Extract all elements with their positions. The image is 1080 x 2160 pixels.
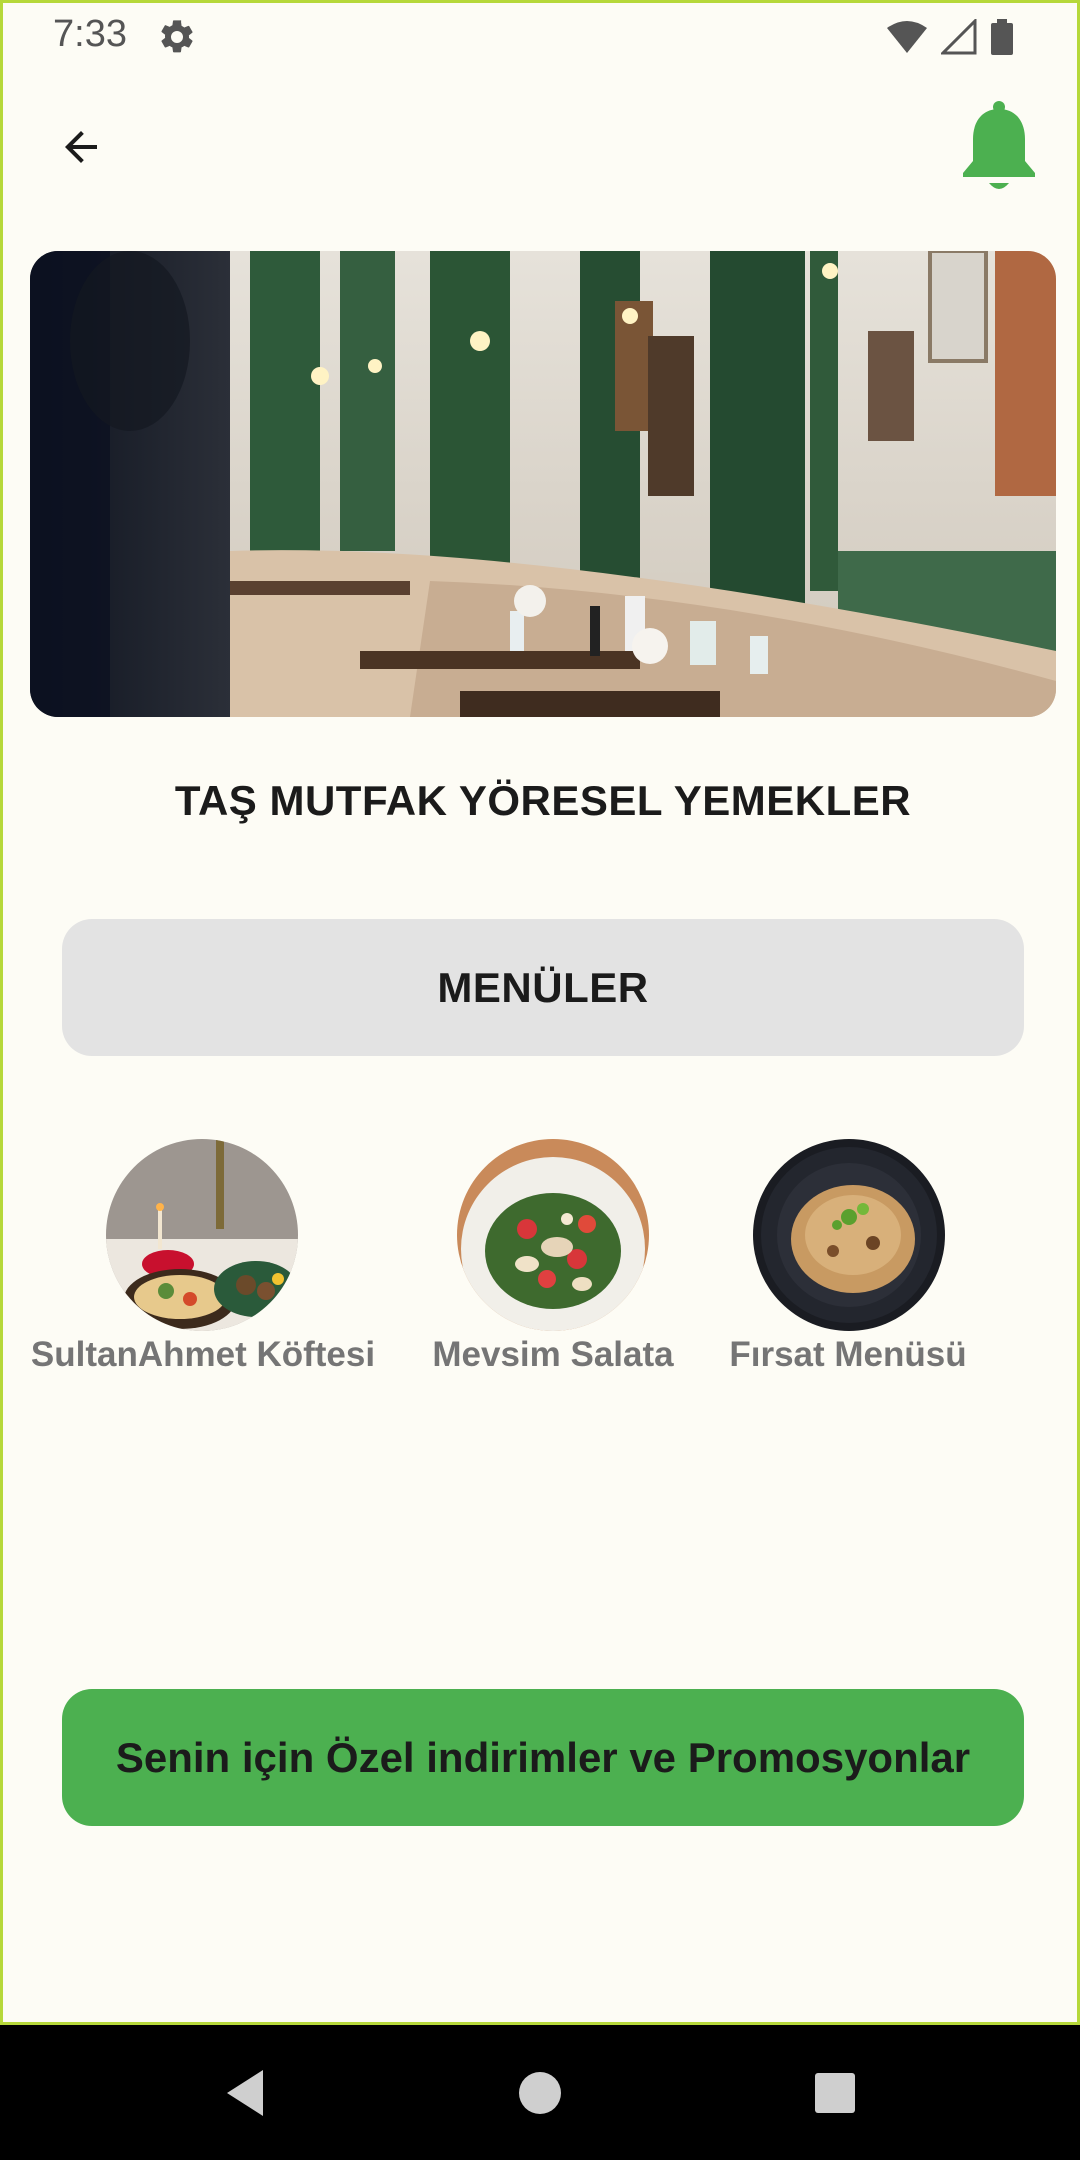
menus-button[interactable]: MENÜLER (62, 919, 1024, 1056)
back-triangle-icon (227, 2070, 263, 2116)
system-nav-bar (0, 2025, 1080, 2160)
menu-item-thumbnail (106, 1139, 298, 1331)
bell-icon (963, 101, 1035, 189)
settings-icon (161, 20, 193, 53)
status-bar: 7:33 (3, 3, 1080, 73)
wifi-icon (887, 21, 927, 53)
restaurant-name: TAŞ MUTFAK YÖRESEL YEMEKLER (174, 777, 912, 824)
home-circle-icon (519, 2072, 561, 2114)
promotions-button[interactable]: Senin için Özel indirimler ve Promosyonl… (62, 1689, 1024, 1826)
menu-item-label: Mevsim Salata (432, 1335, 674, 1374)
nav-back-button[interactable] (215, 2063, 275, 2123)
app-screen: 7:33 TAŞ MUTFAK YÖRESEL YEMEKLER MENÜLER… (0, 0, 1080, 2025)
notifications-button[interactable] (959, 99, 1039, 195)
battery-icon (991, 19, 1013, 55)
menu-item-label: Fırsat Menüsü (729, 1335, 967, 1374)
phone: 7:33 TAŞ MUTFAK YÖRESEL YEMEKLER MENÜLER… (0, 0, 1080, 2160)
status-time: 7:33 (53, 13, 127, 55)
back-button[interactable] (51, 117, 111, 177)
restaurant-hero-image (30, 251, 1056, 717)
recents-square-icon (815, 2073, 855, 2113)
nav-home-button[interactable] (510, 2063, 570, 2123)
menu-item-thumbnail (753, 1139, 945, 1331)
menu-item-thumbnail (457, 1139, 649, 1331)
status-icons (887, 17, 1013, 57)
nav-recents-button[interactable] (805, 2063, 865, 2123)
signal-icon (941, 19, 977, 55)
arrow-back-icon (65, 131, 97, 163)
menu-item-label: SultanAhmet Köftesi (30, 1335, 376, 1374)
